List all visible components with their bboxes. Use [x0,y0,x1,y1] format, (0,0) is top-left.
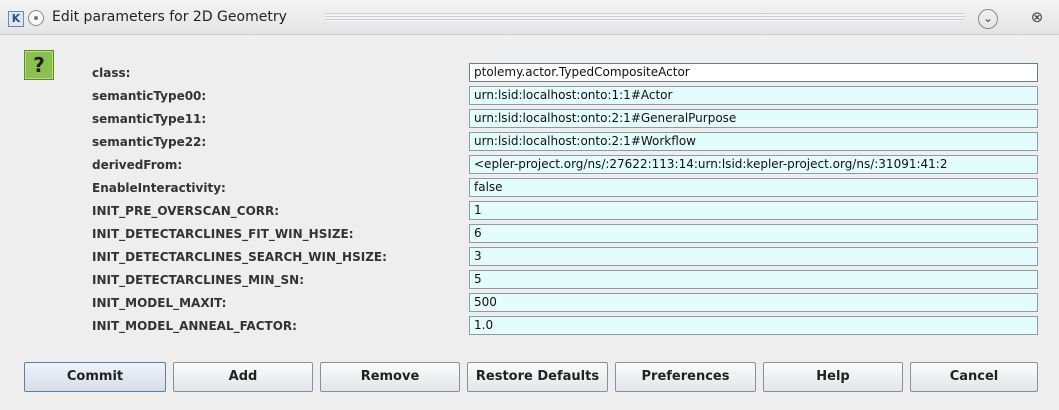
remove-button[interactable]: Remove [320,362,460,392]
minimize-icon[interactable]: ⌄ [978,9,998,29]
help-button[interactable]: Help [763,362,903,392]
param-row-enableinteractivity: EnableInteractivity: false [0,178,1059,200]
param-row-init-detectarclines-fit-win-hsize: INIT_DETECTARCLINES_FIT_WIN_HSIZE: 6 [0,224,1059,246]
window-menu-icon[interactable] [28,10,44,26]
init-detectarclines-min-sn-field[interactable]: 5 [469,270,1038,289]
param-row-semantictype22: semanticType22: urn:lsid:localhost:onto:… [0,132,1059,154]
param-label: INIT_DETECTARCLINES_SEARCH_WIN_HSIZE: [92,250,387,264]
preferences-button[interactable]: Preferences [615,362,756,392]
derivedfrom-field[interactable]: <epler-project.org/ns/:27622:113:14:urn:… [469,155,1038,174]
commit-button[interactable]: Commit [24,362,166,392]
init-detectarclines-search-win-hsize-field[interactable]: 3 [469,247,1038,266]
param-label: derivedFrom: [92,158,183,172]
close-icon[interactable]: ⊗ [1028,9,1046,27]
param-label: INIT_MODEL_ANNEAL_FACTOR: [92,319,297,333]
param-label: semanticType11: [92,112,207,126]
param-row-semantictype11: semanticType11: urn:lsid:localhost:onto:… [0,109,1059,131]
add-button[interactable]: Add [173,362,313,392]
param-label: INIT_MODEL_MAXIT: [92,296,227,310]
semantictype00-field[interactable]: urn:lsid:localhost:onto:1:1#Actor [469,86,1038,105]
param-row-init-pre-overscan-corr: INIT_PRE_OVERSCAN_CORR: 1 [0,201,1059,223]
param-row-init-model-maxit: INIT_MODEL_MAXIT: 500 [0,293,1059,315]
param-label: semanticType00: [92,89,207,103]
param-row-init-detectarclines-search-win-hsize: INIT_DETECTARCLINES_SEARCH_WIN_HSIZE: 3 [0,247,1059,269]
cancel-button[interactable]: Cancel [910,362,1038,392]
kepler-app-icon: K [8,11,24,27]
init-model-anneal-factor-field[interactable]: 1.0 [469,316,1038,335]
init-detectarclines-fit-win-hsize-field[interactable]: 6 [469,224,1038,243]
title-bar[interactable]: K Edit parameters for 2D Geometry ⌄ ⊗ [0,0,1059,35]
init-model-maxit-field[interactable]: 500 [469,293,1038,312]
param-row-init-model-anneal-factor: INIT_MODEL_ANNEAL_FACTOR: 1.0 [0,316,1059,338]
param-label: INIT_DETECTARCLINES_MIN_SN: [92,273,305,287]
semantictype11-field[interactable]: urn:lsid:localhost:onto:2:1#GeneralPurpo… [469,109,1038,128]
title-bar-grip [325,13,965,21]
class-field[interactable]: ptolemy.actor.TypedCompositeActor [469,63,1038,82]
param-row-derivedfrom: derivedFrom: <epler-project.org/ns/:2762… [0,155,1059,177]
window-title: Edit parameters for 2D Geometry [52,9,287,25]
param-label: INIT_PRE_OVERSCAN_CORR: [92,204,280,218]
param-label: semanticType22: [92,135,207,149]
param-row-init-detectarclines-min-sn: INIT_DETECTARCLINES_MIN_SN: 5 [0,270,1059,292]
init-pre-overscan-corr-field[interactable]: 1 [469,201,1038,220]
restore-defaults-button[interactable]: Restore Defaults [467,362,608,392]
param-label: INIT_DETECTARCLINES_FIT_WIN_HSIZE: [92,227,354,241]
param-label: class: [92,66,131,80]
param-row-class: class: ptolemy.actor.TypedCompositeActor [0,63,1059,85]
semantictype22-field[interactable]: urn:lsid:localhost:onto:2:1#Workflow [469,132,1038,151]
param-row-semantictype00: semanticType00: urn:lsid:localhost:onto:… [0,86,1059,108]
enableinteractivity-field[interactable]: false [469,178,1038,197]
param-label: EnableInteractivity: [92,181,226,195]
